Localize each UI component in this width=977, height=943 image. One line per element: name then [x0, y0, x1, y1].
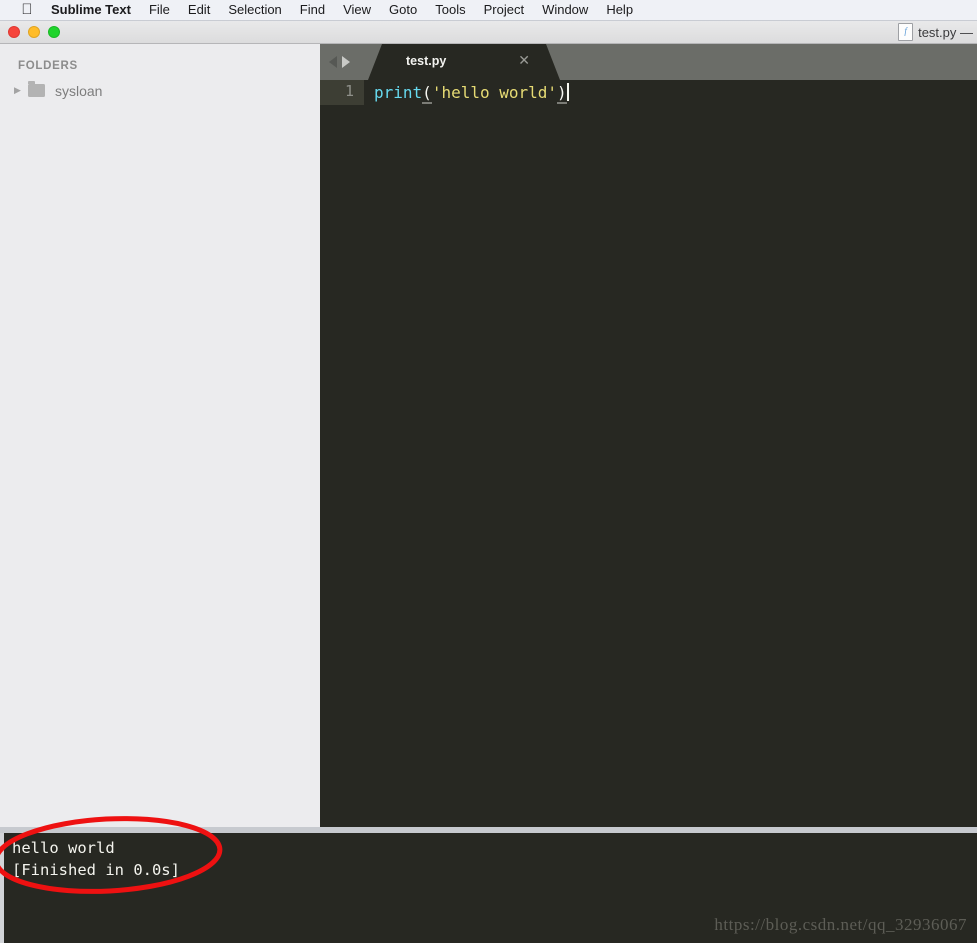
sidebar-folder-label: sysloan: [55, 82, 103, 99]
window-title-text: test.py —: [918, 24, 973, 40]
python-file-icon: f: [898, 23, 914, 41]
arrow-forward-icon[interactable]: [342, 56, 350, 68]
menu-item-view[interactable]: View: [334, 0, 380, 20]
code-token-paren-open: (: [422, 83, 432, 104]
menu-item-edit[interactable]: Edit: [179, 0, 219, 20]
menu-item-selection[interactable]: Selection: [219, 0, 290, 20]
close-window-button[interactable]: [8, 26, 20, 38]
tab-shape: [368, 44, 560, 80]
code-line-1[interactable]: print('hello world'): [374, 82, 569, 104]
menu-item-window[interactable]: Window: [533, 0, 597, 20]
menu-item-tools[interactable]: Tools: [426, 0, 474, 20]
line-number-1: 1: [344, 82, 354, 100]
tab-bar: test.py ✕: [320, 44, 977, 80]
text-caret: [566, 83, 569, 101]
arrow-left-icon[interactable]: [329, 56, 337, 68]
code-token-string: 'hello world': [431, 83, 558, 102]
tab-label: test.py: [406, 54, 447, 68]
tab-test-py[interactable]: test.py ✕: [368, 44, 560, 80]
close-icon[interactable]: ✕: [518, 53, 530, 67]
menu-bar:  Sublime Text File Edit Selection Find …: [0, 0, 977, 21]
watermark-text: https://blog.csdn.net/qq_32936067: [714, 915, 967, 934]
maximize-window-button[interactable]: [48, 26, 60, 38]
menu-item-goto[interactable]: Goto: [380, 0, 426, 20]
menu-item-find[interactable]: Find: [291, 0, 334, 20]
line-number-gutter: 1: [320, 80, 364, 827]
folder-icon: [28, 81, 45, 97]
folders-section-header: FOLDERS: [18, 60, 78, 72]
window-title-group: f test.py —: [898, 23, 973, 41]
menu-item-help[interactable]: Help: [597, 0, 642, 20]
menu-item-project[interactable]: Project: [475, 0, 533, 20]
editor-pane: test.py ✕ 1 print('hello world'): [320, 44, 977, 827]
console-output-text: hello world [Finished in 0.0s]: [12, 839, 180, 879]
sidebar-folder-sysloan[interactable]: ▶ sysloan: [0, 80, 320, 101]
menu-item-sublime-text[interactable]: Sublime Text: [42, 0, 140, 20]
sidebar: FOLDERS ▶ sysloan: [0, 44, 320, 827]
apple-logo-icon[interactable]: : [14, 2, 40, 17]
menu-item-file[interactable]: File: [140, 0, 179, 20]
build-output-console[interactable]: hello world [Finished in 0.0s] https://b…: [0, 833, 977, 943]
tab-navigation-arrows: [329, 56, 350, 68]
window-controls: [8, 26, 60, 38]
code-editor-area[interactable]: 1 print('hello world'): [320, 80, 977, 827]
chevron-right-icon[interactable]: ▶: [14, 86, 28, 95]
code-token-paren-close: ): [557, 83, 567, 104]
window-title-bar: f test.py —: [0, 21, 977, 44]
minimize-window-button[interactable]: [28, 26, 40, 38]
code-token-function: print: [374, 83, 423, 102]
